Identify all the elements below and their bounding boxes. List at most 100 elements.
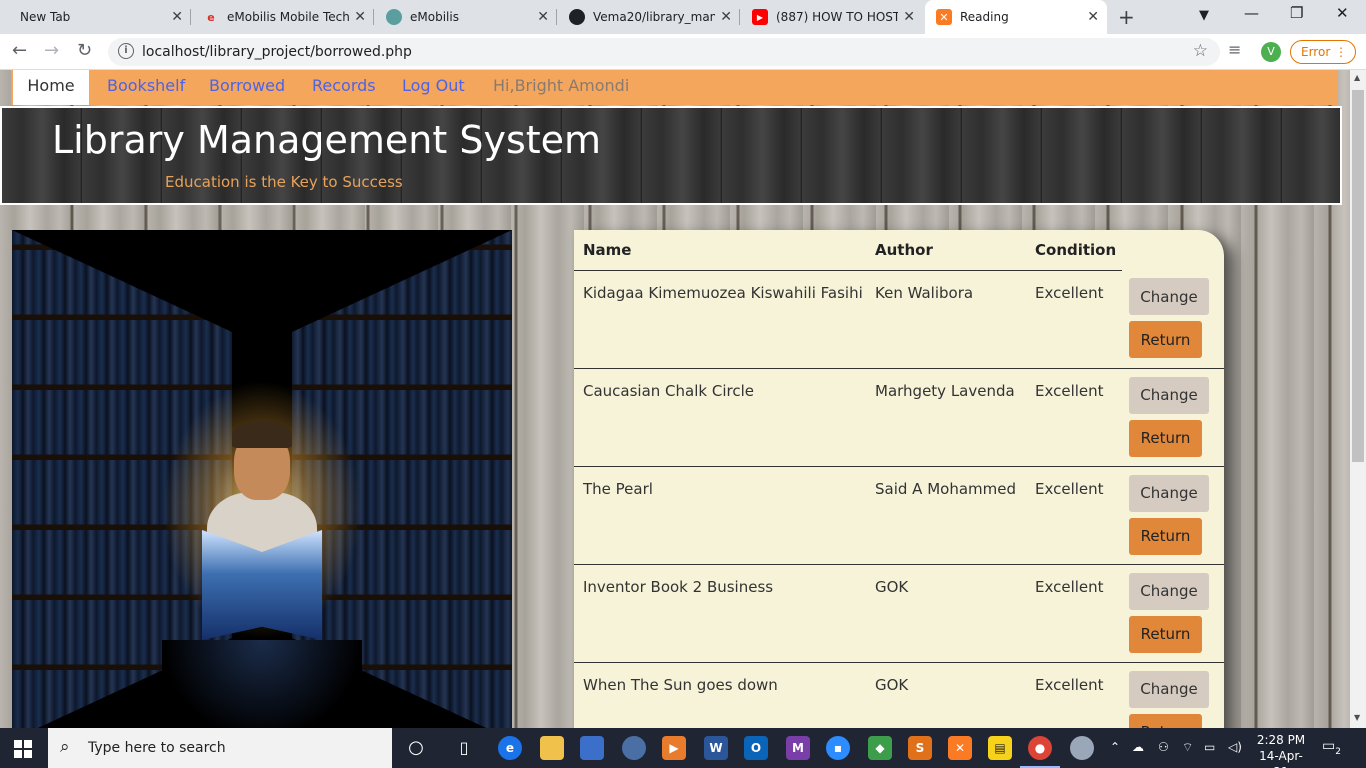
media-player-icon[interactable]: ▶ xyxy=(662,736,686,760)
tab-emobilis-mobile[interactable]: e eMobilis Mobile Techn ✕ xyxy=(191,0,374,34)
more-menu-icon[interactable]: ⋮ xyxy=(1335,41,1347,63)
book-author: Marhgety Lavenda xyxy=(866,368,1026,467)
return-button[interactable]: Return xyxy=(1129,419,1202,457)
table-row: The Pearl Said A Mohammed Excellent Chan… xyxy=(574,466,1224,565)
tab-github[interactable]: Vema20/library_manag ✕ xyxy=(557,0,740,34)
return-button[interactable]: Return xyxy=(1129,713,1202,728)
site-info-icon[interactable]: i xyxy=(118,43,134,59)
mendeley-icon[interactable]: M xyxy=(786,736,810,760)
sticky-notes-icon[interactable]: ▤ xyxy=(988,736,1012,760)
globe-icon xyxy=(386,9,402,25)
table-row: Inventor Book 2 Business GOK Excellent C… xyxy=(574,564,1224,663)
wifi-icon[interactable]: ⌔ xyxy=(1182,740,1193,755)
close-tab-icon[interactable]: ✕ xyxy=(171,9,183,25)
nav-logout[interactable]: Log Out xyxy=(402,70,465,105)
site-title: Library Management System xyxy=(52,118,602,162)
profile-avatar[interactable]: V xyxy=(1261,42,1281,62)
task-view-icon[interactable]: ▯ xyxy=(452,736,476,760)
git-icon[interactable]: ◆ xyxy=(868,736,892,760)
word-icon[interactable]: W xyxy=(704,736,728,760)
new-tab-plus-icon[interactable]: + xyxy=(1118,5,1135,29)
chrome-icon[interactable]: ● xyxy=(1020,736,1060,768)
site-header: Library Management System Education is t… xyxy=(0,106,1342,205)
reload-icon[interactable]: ↻ xyxy=(77,40,92,61)
book-author: GOK xyxy=(866,662,1026,728)
store-icon[interactable] xyxy=(580,736,604,760)
close-tab-icon[interactable]: ✕ xyxy=(720,9,732,25)
close-tab-icon[interactable]: ✕ xyxy=(903,9,915,25)
error-badge[interactable]: Error ⋮ xyxy=(1290,40,1356,64)
close-tab-icon[interactable]: ✕ xyxy=(354,9,366,25)
header-actions xyxy=(1122,230,1224,270)
row-actions: Change Return xyxy=(1122,270,1224,369)
tab-new-tab[interactable]: New Tab ✕ xyxy=(8,0,191,34)
scroll-up-icon[interactable]: ▲ xyxy=(1354,73,1360,82)
settings-globe-icon[interactable] xyxy=(622,736,646,760)
book-condition: Excellent xyxy=(1026,270,1122,369)
youtube-icon: ▶ xyxy=(752,9,768,25)
row-actions: Change Return xyxy=(1122,368,1224,467)
zoom-icon[interactable]: ▪ xyxy=(826,736,850,760)
book-name: Kidagaa Kimemuozea Kiswahili Fasihi xyxy=(574,270,866,369)
restore-icon[interactable]: ❐ xyxy=(1290,4,1303,22)
windows-start-icon[interactable] xyxy=(14,740,32,758)
volume-icon[interactable]: ◁) xyxy=(1228,740,1242,754)
onedrive-icon[interactable]: ☁ xyxy=(1132,740,1144,754)
scrollbar-thumb[interactable] xyxy=(1352,90,1364,462)
change-button[interactable]: Change xyxy=(1129,376,1209,414)
taskbar-clock[interactable]: 2:28 PM 14-Apr-21 xyxy=(1252,732,1310,768)
clock-date: 14-Apr-21 xyxy=(1259,749,1303,768)
nav-home[interactable]: Home xyxy=(13,70,89,105)
address-bar[interactable]: i localhost/library_project/borrowed.php… xyxy=(108,38,1220,66)
sublime-icon[interactable]: S xyxy=(908,736,932,760)
back-arrow-icon[interactable]: ← xyxy=(12,40,27,61)
tab-reading[interactable]: ✕ Reading ✕ xyxy=(925,0,1107,34)
page-scrollbar[interactable]: ▲ ▼ xyxy=(1350,70,1366,728)
change-button[interactable]: Change xyxy=(1129,278,1209,315)
close-tab-icon[interactable]: ✕ xyxy=(537,9,549,25)
tab-youtube[interactable]: ▶ (887) HOW TO HOST A ✕ xyxy=(740,0,923,34)
nav-borrowed[interactable]: Borrowed xyxy=(209,70,285,105)
return-button[interactable]: Return xyxy=(1129,321,1202,358)
tab-title: eMobilis Mobile Techn xyxy=(227,10,349,24)
return-button[interactable]: Return xyxy=(1129,517,1202,555)
change-button[interactable]: Change xyxy=(1129,572,1209,610)
table-row: When The Sun goes down GOK Excellent Cha… xyxy=(574,662,1224,728)
bookmark-star-icon[interactable]: ☆ xyxy=(1193,41,1208,61)
book-name: Inventor Book 2 Business xyxy=(574,564,866,663)
notification-center-icon[interactable]: ▭2 xyxy=(1322,738,1341,757)
xampp-taskbar-icon[interactable]: ✕ xyxy=(948,736,972,760)
book-name: The Pearl xyxy=(574,466,866,565)
change-button[interactable]: Change xyxy=(1129,670,1209,708)
book-name: When The Sun goes down xyxy=(574,662,866,728)
minimize-icon[interactable]: — xyxy=(1244,4,1259,22)
nav-bookshelf[interactable]: Bookshelf xyxy=(107,70,185,105)
notification-count: 2 xyxy=(1335,746,1341,757)
github-icon xyxy=(569,9,585,25)
reading-list-icon[interactable]: ≡ xyxy=(1228,40,1241,59)
tab-emobilis[interactable]: eMobilis ✕ xyxy=(374,0,557,34)
tab-search-icon[interactable]: ▼ xyxy=(1199,8,1209,23)
scroll-down-icon[interactable]: ▼ xyxy=(1354,713,1360,722)
row-actions: Change Return xyxy=(1122,564,1224,663)
show-hidden-icons[interactable]: ⌃ xyxy=(1110,740,1120,754)
search-icon: ⌕ xyxy=(60,737,70,757)
close-tab-icon[interactable]: ✕ xyxy=(1087,9,1099,25)
book-condition: Excellent xyxy=(1026,662,1122,728)
emobilis-e-icon: e xyxy=(207,10,215,24)
change-button[interactable]: Change xyxy=(1129,474,1209,512)
top-navbar: Home Bookshelf Borrowed Records Log Out … xyxy=(11,70,1338,105)
close-window-icon[interactable]: ✕ xyxy=(1336,4,1349,22)
paint-icon[interactable] xyxy=(1070,736,1094,760)
cortana-icon[interactable]: ○ xyxy=(404,736,428,760)
edge-icon[interactable]: e xyxy=(498,736,522,760)
network-device-icon[interactable]: ⚇ xyxy=(1158,740,1169,754)
nav-records[interactable]: Records xyxy=(312,70,376,105)
forward-arrow-icon[interactable]: → xyxy=(44,40,59,61)
file-explorer-icon[interactable] xyxy=(540,736,564,760)
battery-icon[interactable]: ▭ xyxy=(1204,740,1215,754)
outlook-icon[interactable]: O xyxy=(744,736,768,760)
url-text[interactable]: localhost/library_project/borrowed.php xyxy=(142,44,412,60)
return-button[interactable]: Return xyxy=(1129,615,1202,653)
taskbar-search-box[interactable]: ⌕ Type here to search xyxy=(48,728,392,768)
